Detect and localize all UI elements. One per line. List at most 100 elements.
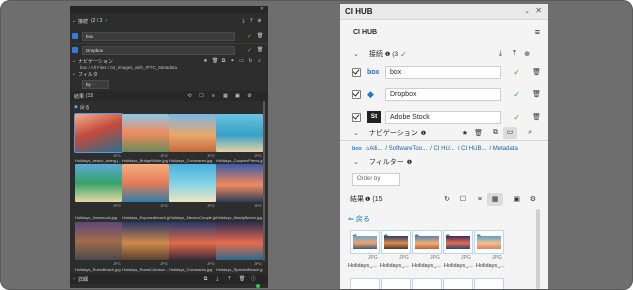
breadcrumb-root[interactable]: box: [352, 146, 362, 152]
thumbnail-card[interactable]: ☁: [350, 230, 380, 254]
thumbnail-card[interactable]: ☁: [474, 230, 504, 254]
breadcrumb-item[interactable]: / Metadata: [489, 146, 517, 152]
trash-icon[interactable]: 🗑: [257, 33, 263, 39]
menu-icon[interactable]: ≡: [535, 27, 540, 37]
light-breadcrumb[interactable]: box ⌂ Alli... / SoftwareToo... / CI HU..…: [340, 144, 548, 154]
dark-connections-row[interactable]: ⌄ 接続 (2 / 3 ✓ ⤓ ⤒ ⊕: [70, 15, 268, 27]
settings-icon[interactable]: ⚙: [530, 195, 536, 203]
list-view-icon[interactable]: ≡: [211, 93, 216, 99]
service-name-field[interactable]: Dropbox: [385, 87, 501, 101]
thumbnail-image[interactable]: [169, 222, 216, 260]
thumbnail-card[interactable]: ☁: [412, 230, 442, 254]
thumbnail-card[interactable]: [412, 278, 442, 290]
light-service-row-dropbox[interactable]: ◆ Dropbox ✓ 🗑: [340, 87, 548, 101]
trash-icon[interactable]: 🗑: [532, 113, 541, 121]
light-order-by-row[interactable]: Order by: [340, 172, 548, 186]
chevron-down-icon[interactable]: ⌄: [353, 50, 359, 58]
thumbnail-image[interactable]: [75, 164, 122, 202]
thumbnail-image[interactable]: [169, 114, 216, 152]
light-navigation-row[interactable]: ⌄ ナビゲーション ❶ ★ 🗑 ⧉ ▭ ⌕: [340, 127, 548, 139]
thumbnail-card[interactable]: [474, 278, 504, 290]
refresh-icon[interactable]: ↻: [444, 195, 450, 203]
trash-icon[interactable]: 🗑: [532, 68, 541, 76]
grid-view-icon[interactable]: ▦: [487, 192, 503, 206]
list-view-icon[interactable]: ≡: [478, 196, 482, 203]
download-icon[interactable]: ⤓: [499, 50, 502, 58]
breadcrumb-item[interactable]: Alli...: [369, 146, 382, 152]
thumbnail-image[interactable]: [74, 113, 123, 153]
copy-icon[interactable]: ⧉: [493, 129, 498, 137]
upload-icon[interactable]: ⤒: [249, 18, 254, 24]
breadcrumb-item[interactable]: / CI HUB...: [458, 146, 487, 152]
thumbnail-image[interactable]: [216, 164, 263, 202]
sync-icon[interactable]: ⟲: [187, 93, 192, 99]
service-name-field[interactable]: Adobe Stock: [385, 110, 501, 124]
thumbnail-image[interactable]: [122, 114, 169, 152]
settings-icon[interactable]: ⚙: [247, 93, 252, 99]
chevron-down-icon[interactable]: ⌄: [353, 129, 359, 137]
dark-results-row[interactable]: 結果 (15 ⟲ ☐ ≡ ▦ ▣ ⚙: [70, 91, 268, 101]
thumbnail-image[interactable]: [122, 164, 169, 202]
thumbnail-image[interactable]: [216, 222, 263, 260]
thumbnail-image[interactable]: [122, 222, 169, 260]
scrollbar[interactable]: [536, 209, 540, 289]
back-arrow-icon[interactable]: ⇐: [348, 215, 354, 223]
trash-icon[interactable]: 🗑: [532, 90, 541, 98]
trash-icon[interactable]: 🗑: [474, 129, 483, 137]
back-link[interactable]: 戻る: [356, 214, 370, 224]
image-view-icon[interactable]: ▣: [513, 195, 520, 203]
light-service-row-adobe-stock[interactable]: St Adobe Stock ✓ 🗑: [340, 110, 548, 124]
back-arrow-icon[interactable]: ◆: [74, 104, 78, 110]
thumbnail-image[interactable]: [216, 114, 263, 152]
dark-filter-row[interactable]: ⌄ フィルタ: [70, 70, 268, 78]
upload-icon[interactable]: ⤒: [227, 276, 232, 282]
chevron-down-icon[interactable]: ⌄: [70, 71, 78, 77]
service-checkbox[interactable]: [72, 33, 78, 39]
thumbnail-card[interactable]: ☁: [381, 230, 411, 254]
light-filter-row[interactable]: ⌄ フィルター ❶: [340, 156, 548, 168]
download-icon[interactable]: ⤓: [241, 18, 246, 24]
copy-icon[interactable]: ⧉: [203, 276, 208, 282]
thumbnail-card[interactable]: ☁: [443, 230, 473, 254]
upload-icon[interactable]: ⤒: [513, 50, 516, 58]
service-checkbox[interactable]: [352, 89, 361, 99]
close-icon[interactable]: ✕: [535, 6, 542, 15]
thumbnail-image[interactable]: [169, 164, 216, 202]
light-results-row[interactable]: 結果 ❶ (15 ↻ ☐ ≡ ▦ ▣ ⚙: [340, 192, 548, 206]
chevron-down-icon[interactable]: ⌄: [353, 158, 359, 166]
order-by-select[interactable]: Order by: [352, 172, 400, 186]
thumbnail-image[interactable]: [75, 222, 122, 260]
dark-filter-select-row[interactable]: by: [70, 79, 268, 89]
close-icon[interactable]: ✕: [260, 6, 264, 12]
light-service-row-box[interactable]: box box ✓ 🗑: [340, 65, 548, 79]
back-link[interactable]: 戻る: [80, 104, 90, 111]
search-icon[interactable]: ⌕: [528, 129, 532, 137]
select-all-icon[interactable]: ☐: [199, 93, 204, 99]
image-view-icon[interactable]: ▣: [235, 93, 240, 99]
service-checkbox[interactable]: [352, 67, 361, 77]
info-icon[interactable]: ⓘ: [251, 276, 256, 282]
service-name-field[interactable]: box: [385, 65, 501, 79]
breadcrumb-item[interactable]: / SoftwareToo...: [385, 146, 427, 152]
add-icon[interactable]: ⊕: [524, 50, 530, 58]
trash-icon[interactable]: 🗑: [257, 47, 263, 53]
order-by-select[interactable]: by: [82, 79, 109, 89]
select-all-icon[interactable]: ☐: [460, 195, 466, 203]
breadcrumb-item[interactable]: / CI HU...: [430, 146, 455, 152]
light-connections-row[interactable]: ⌄ 接続 ❶ (3 ✓ ⤓ ⤒ ⊕: [340, 48, 548, 60]
chevron-right-icon[interactable]: ›: [70, 276, 78, 282]
download-icon[interactable]: ⤓: [215, 276, 220, 282]
scrollbar[interactable]: [263, 101, 265, 261]
light-back-row[interactable]: ⇐ 戻る: [340, 214, 548, 224]
grid-view-icon[interactable]: ▦: [223, 93, 228, 99]
service-checkbox[interactable]: [72, 47, 78, 53]
dark-back-row[interactable]: ◆ 戻る: [70, 103, 268, 111]
chevron-down-icon[interactable]: ⌄: [524, 7, 530, 15]
dark-service-row-box[interactable]: box ✓ 🗑: [70, 30, 268, 42]
trash-icon[interactable]: 🗑: [239, 276, 245, 282]
service-name-field[interactable]: box: [82, 31, 235, 41]
thumbnail-card[interactable]: [350, 278, 380, 290]
thumbnail-card[interactable]: [443, 278, 473, 290]
chevron-down-icon[interactable]: ⌄: [70, 18, 78, 24]
breadcrumb-path[interactable]: box / All Files / 04_Images_with_IPTC_Me…: [80, 65, 177, 70]
